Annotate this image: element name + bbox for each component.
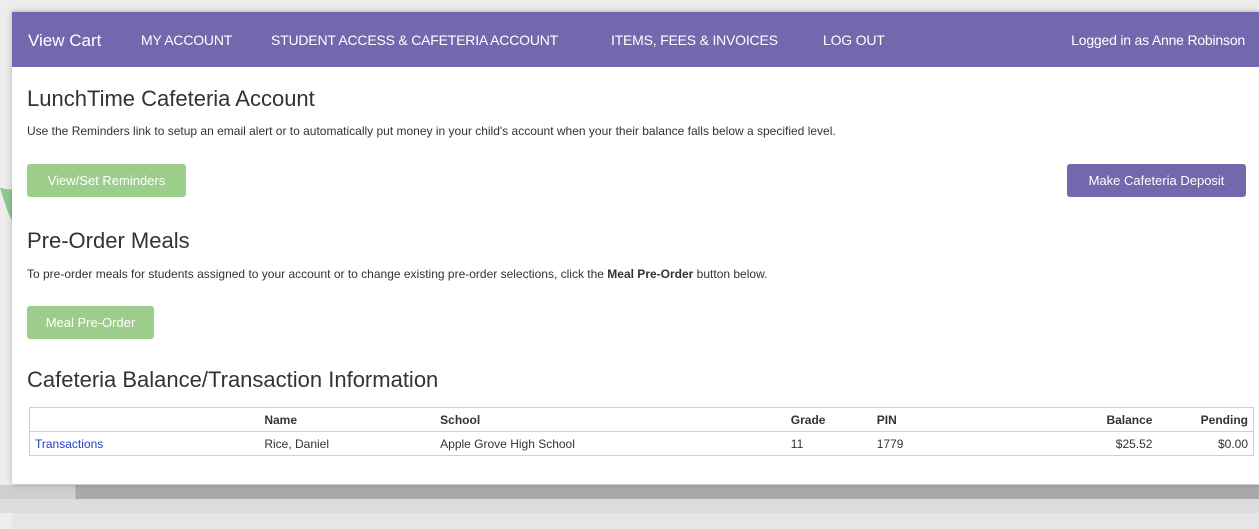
column-header-grade: Grade [785,407,872,432]
transactions-link[interactable]: Transactions [35,437,103,451]
logged-in-user: Logged in as Anne Robinson [1071,32,1245,48]
nav-items-fees[interactable]: ITEMS, FEES & INVOICES [611,12,778,67]
cafeteria-account-title: LunchTime Cafeteria Account [27,86,315,111]
page-panel: View Cart MY ACCOUNT STUDENT ACCESS & CA… [12,12,1259,484]
pre-order-meals-title: Pre-Order Meals [27,228,190,253]
column-header-link [29,407,260,432]
view-set-reminders-button[interactable]: View/Set Reminders [27,164,186,197]
pin-cell: 1779 [876,436,904,451]
nav-my-account[interactable]: MY ACCOUNT [141,12,232,67]
transactions-cell: Transactions [30,432,260,456]
table-row: Transactions Rice, Daniel Apple Grove Hi… [30,432,1254,456]
column-header-pin: PIN [871,407,993,432]
pre-order-description-text: To pre-order meals for students assigned… [27,267,608,281]
make-cafeteria-deposit-button[interactable]: Make Cafeteria Deposit [1067,164,1246,197]
pre-order-description: To pre-order meals for students assigned… [27,267,767,281]
background-frame-top [0,0,1259,10]
pending-cell: $0.00 [1217,436,1248,451]
cafeteria-description: Use the Reminders link to setup an email… [27,124,836,138]
school-cell: Apple Grove High School [440,436,575,451]
column-header-school: School [435,407,786,432]
nav-student-access[interactable]: STUDENT ACCESS & CAFETERIA ACCOUNT [271,12,558,67]
pre-order-description-bold: Meal Pre-Order [607,267,694,281]
column-header-pending: Pending [1157,407,1254,432]
meal-pre-order-button[interactable]: Meal Pre-Order [27,306,154,339]
grade-cell: 11 [790,436,804,451]
nav-view-cart[interactable]: View Cart [28,12,101,67]
balance-section-title: Cafeteria Balance/Transaction Informatio… [27,367,439,392]
column-header-name: Name [259,407,436,432]
balance-table: Name School Grade PIN Balance Pending Tr… [29,407,1254,456]
pre-order-description-end: button below. [693,267,768,281]
table-header-row: Name School Grade PIN Balance Pending [29,407,1254,432]
column-header-balance: Balance [992,407,1158,432]
top-navbar: View Cart MY ACCOUNT STUDENT ACCESS & CA… [12,12,1259,67]
balance-cell: $25.52 [1115,436,1153,451]
student-name-cell: Rice, Daniel [264,436,330,451]
nav-log-out[interactable]: LOG OUT [823,12,885,67]
background-bar-lower [0,499,1259,513]
background-bar [0,485,1259,499]
background-frame-left [0,0,12,529]
